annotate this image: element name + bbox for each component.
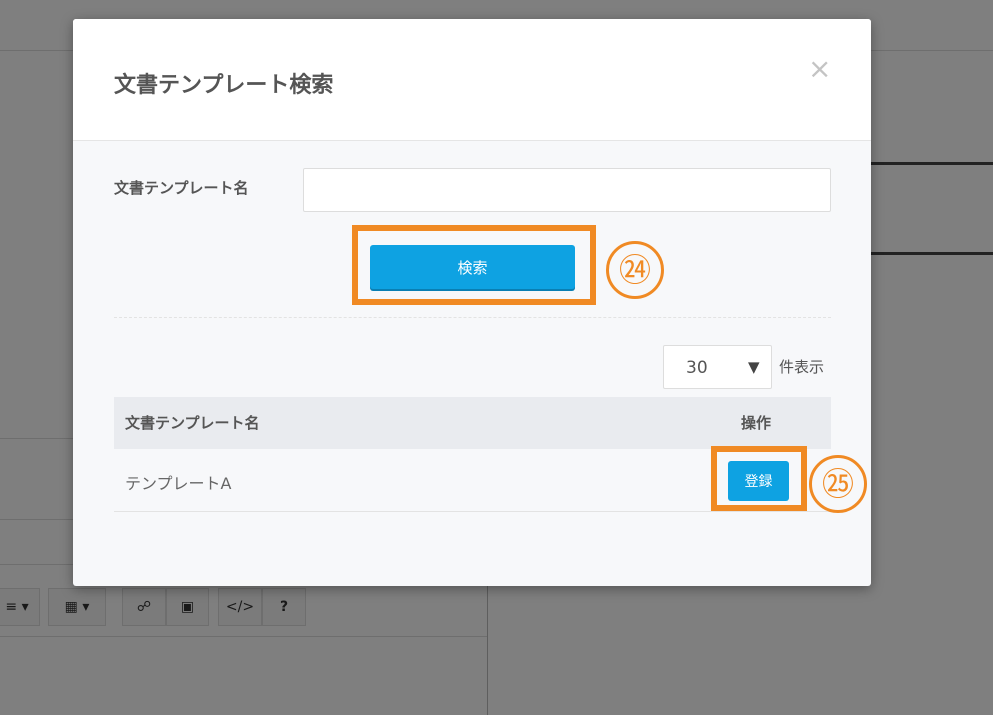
section-divider bbox=[114, 317, 831, 318]
column-header-name: 文書テンプレート名 bbox=[125, 414, 260, 432]
template-name-input[interactable] bbox=[303, 168, 831, 212]
annotation-marker-25: ㉕ bbox=[809, 455, 867, 513]
close-icon[interactable]: × bbox=[808, 55, 831, 83]
modal-header: 文書テンプレート検索 × bbox=[73, 19, 871, 141]
template-search-modal: 文書テンプレート検索 × 文書テンプレート名 検索 ㉔ 30 ▼ 件表示 文書テ… bbox=[73, 19, 871, 586]
column-header-action: 操作 bbox=[741, 414, 772, 432]
chevron-down-icon: ▼ bbox=[748, 358, 760, 376]
page-size-value: 30 bbox=[686, 358, 708, 378]
register-button[interactable]: 登録 bbox=[728, 461, 789, 501]
template-name-cell: テンプレートA bbox=[125, 474, 232, 493]
template-name-label: 文書テンプレート名 bbox=[114, 179, 249, 197]
results-table-header: 文書テンプレート名 操作 bbox=[114, 397, 831, 449]
page-size-select[interactable]: 30 ▼ bbox=[663, 345, 772, 389]
modal-title: 文書テンプレート検索 bbox=[114, 73, 334, 98]
annotation-marker-24: ㉔ bbox=[606, 241, 664, 299]
search-button[interactable]: 検索 bbox=[370, 245, 575, 289]
page-size-label: 件表示 bbox=[779, 358, 825, 376]
